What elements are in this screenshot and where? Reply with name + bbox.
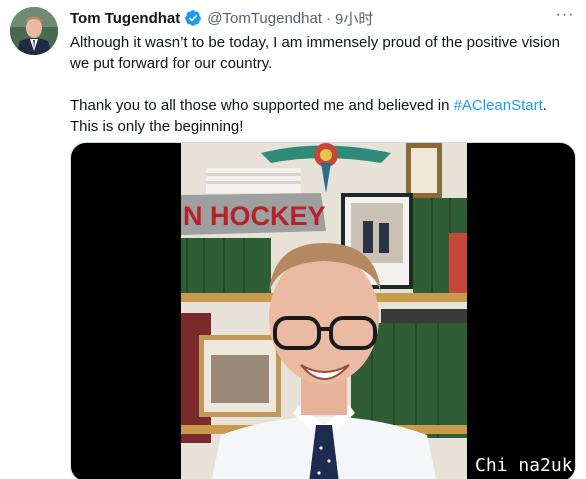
verified-badge-icon: [184, 9, 202, 27]
video-frame: N HOCKEY: [181, 143, 467, 479]
author-handle[interactable]: @TomTugendhat: [207, 10, 322, 27]
header-separator: ·: [326, 9, 331, 27]
hashtag-link[interactable]: #ACleanStart: [454, 97, 543, 114]
avatar-photo: [10, 7, 58, 55]
tweet-text: Although it wasn’t to be today, I am imm…: [70, 32, 575, 137]
tweet-timestamp[interactable]: 9小时: [335, 8, 373, 29]
paragraph-2-end: .: [542, 97, 547, 114]
watermark: Chi na2uk: [475, 455, 573, 476]
tweet-paragraph-2: Thank you to all those who supported me …: [70, 95, 575, 137]
tweet-paragraph-3: This is only the beginning!: [70, 118, 244, 135]
video-scene: N HOCKEY: [181, 143, 467, 479]
tweet-video[interactable]: N HOCKEY: [70, 142, 576, 479]
paragraph-2-text: Thank you to all those who supported me …: [70, 97, 454, 114]
tweet-paragraph-1: Although it wasn’t to be today, I am imm…: [70, 34, 560, 72]
hockey-sign-text: N HOCKEY: [183, 201, 326, 231]
tweet-header: Tom Tugendhat @TomTugendhat · 9小时: [70, 8, 373, 28]
more-icon[interactable]: ···: [554, 7, 576, 28]
author-name[interactable]: Tom Tugendhat: [70, 10, 180, 27]
author-avatar[interactable]: [10, 7, 58, 55]
